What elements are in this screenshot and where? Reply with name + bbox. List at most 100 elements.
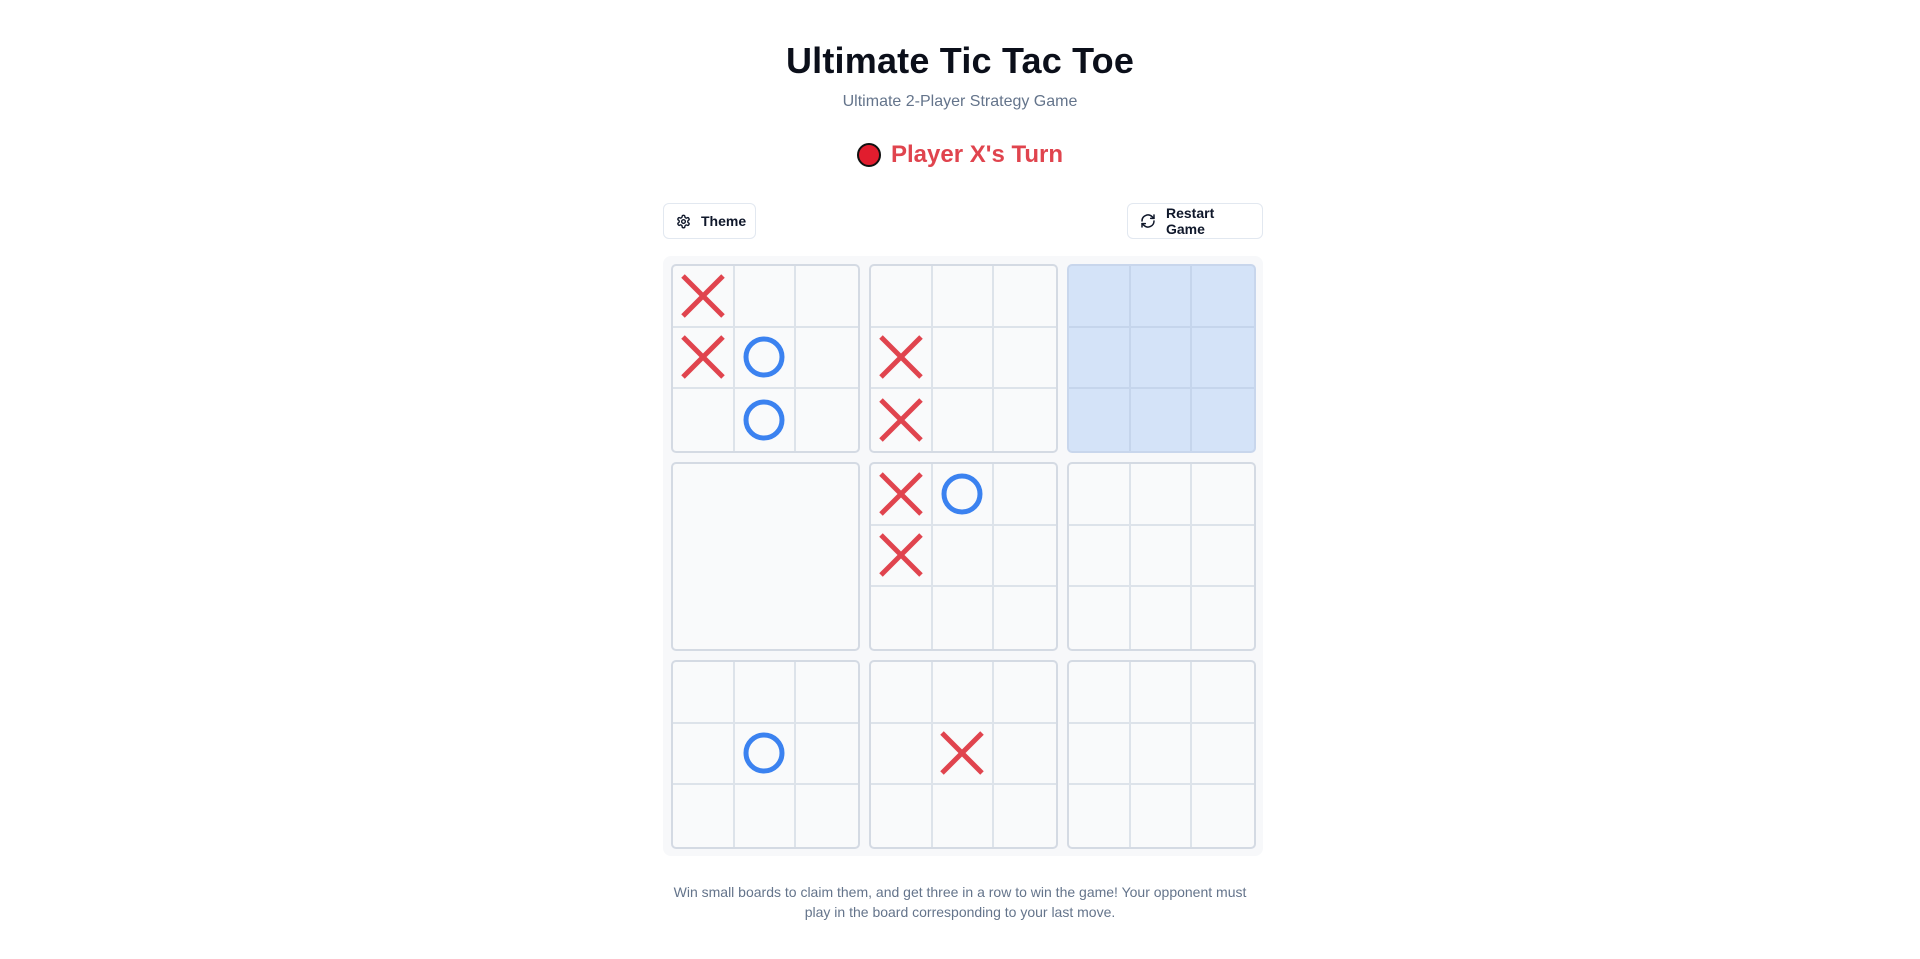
cell-2-7[interactable]	[871, 389, 933, 451]
cell-5-9[interactable]	[994, 587, 1056, 649]
cell-2-6[interactable]	[994, 328, 1056, 390]
cell-8-1[interactable]	[871, 662, 933, 724]
theme-button-label: Theme	[701, 213, 747, 229]
restart-game-button[interactable]: Restart Game	[1127, 203, 1263, 239]
cell-8-2[interactable]	[932, 662, 995, 724]
cell-8-7[interactable]	[871, 785, 933, 847]
cell-7-6[interactable]	[796, 724, 858, 786]
page-subtitle: Ultimate 2-Player Strategy Game	[842, 93, 1078, 110]
cell-9-4[interactable]	[1069, 723, 1131, 786]
cell-1-4[interactable]	[673, 327, 735, 390]
cell-7-8[interactable]	[735, 785, 797, 847]
cell-3-2[interactable]	[1130, 266, 1193, 328]
turn-color-dot	[857, 143, 881, 167]
cell-5-8[interactable]	[933, 587, 995, 649]
cell-3-5[interactable]	[1130, 327, 1193, 390]
cell-5-2[interactable]	[932, 464, 995, 526]
cell-1-6[interactable]	[796, 328, 858, 390]
cell-2-2[interactable]	[932, 266, 995, 328]
cell-7-7[interactable]	[673, 785, 735, 847]
cell-6-7[interactable]	[1069, 587, 1131, 649]
cell-6-2[interactable]	[1130, 464, 1193, 526]
x-mark	[681, 335, 725, 380]
small-board-4	[671, 462, 860, 651]
cell-9-9[interactable]	[1192, 785, 1254, 847]
x-mark	[681, 274, 725, 318]
small-board-7	[671, 660, 860, 849]
small-board-1	[671, 264, 860, 453]
cell-5-3[interactable]	[994, 464, 1056, 526]
x-mark	[879, 533, 923, 578]
x-mark	[879, 335, 923, 380]
cell-9-3[interactable]	[1192, 662, 1254, 724]
cell-5-4[interactable]	[871, 525, 933, 588]
theme-button[interactable]: Theme	[663, 203, 756, 239]
cell-6-4[interactable]	[1069, 525, 1131, 588]
cell-7-4[interactable]	[673, 723, 735, 786]
turn-indicator: Player X's Turn	[0, 141, 1920, 169]
cell-1-3[interactable]	[796, 266, 858, 328]
cell-8-3[interactable]	[994, 662, 1056, 724]
restart-button-label: Restart Game	[1166, 205, 1215, 237]
small-board-8	[869, 660, 1058, 849]
cell-2-1[interactable]	[871, 266, 933, 328]
cell-9-5[interactable]	[1130, 723, 1193, 786]
o-mark	[743, 399, 785, 441]
game-page: Ultimate Tic Tac Toe Ultimate 2-Player S…	[0, 0, 1920, 959]
cell-9-1[interactable]	[1069, 662, 1131, 724]
cell-6-6[interactable]	[1192, 526, 1254, 588]
cell-8-9[interactable]	[994, 785, 1056, 847]
cell-3-8[interactable]	[1131, 389, 1193, 451]
cell-8-4[interactable]	[871, 723, 933, 786]
cell-6-8[interactable]	[1131, 587, 1193, 649]
rules-line-1: Win small boards to claim them, and get …	[673, 884, 1247, 900]
cell-1-2[interactable]	[734, 266, 797, 328]
cell-6-1[interactable]	[1069, 464, 1131, 526]
cell-5-1[interactable]	[871, 464, 933, 526]
cell-7-1[interactable]	[673, 662, 735, 724]
cell-3-3[interactable]	[1192, 266, 1254, 328]
cell-2-9[interactable]	[994, 389, 1056, 451]
cell-9-8[interactable]	[1131, 785, 1193, 847]
cell-2-8[interactable]	[933, 389, 995, 451]
cell-1-8[interactable]	[735, 389, 797, 451]
cell-6-9[interactable]	[1192, 587, 1254, 649]
cell-5-6[interactable]	[994, 526, 1056, 588]
cell-3-7[interactable]	[1069, 389, 1131, 451]
o-mark	[941, 473, 983, 515]
cell-5-7[interactable]	[871, 587, 933, 649]
cell-5-5[interactable]	[932, 525, 995, 588]
cell-2-3[interactable]	[994, 266, 1056, 328]
cell-3-6[interactable]	[1192, 328, 1254, 390]
cell-7-5[interactable]	[734, 723, 797, 786]
cell-1-1[interactable]	[673, 266, 735, 328]
refresh-icon	[1140, 213, 1156, 229]
cell-9-7[interactable]	[1069, 785, 1131, 847]
rules-line-2: play in the board corresponding to your …	[804, 904, 1116, 920]
cell-8-8[interactable]	[933, 785, 995, 847]
small-board-3	[1067, 264, 1256, 453]
cell-8-5[interactable]	[932, 723, 995, 786]
cell-8-6[interactable]	[994, 724, 1056, 786]
cell-2-4[interactable]	[871, 327, 933, 390]
x-mark	[879, 398, 923, 442]
cell-3-4[interactable]	[1069, 327, 1131, 390]
o-mark	[743, 336, 785, 378]
cell-1-7[interactable]	[673, 389, 735, 451]
ultimate-board	[663, 256, 1263, 856]
cell-7-3[interactable]	[796, 662, 858, 724]
small-board-2	[869, 264, 1058, 453]
cell-7-2[interactable]	[734, 662, 797, 724]
cell-7-9[interactable]	[796, 785, 858, 847]
cell-1-9[interactable]	[796, 389, 858, 451]
small-board-9	[1067, 660, 1256, 849]
cell-1-5[interactable]	[734, 327, 797, 390]
cell-3-1[interactable]	[1069, 266, 1131, 328]
cell-3-9[interactable]	[1192, 389, 1254, 451]
x-mark	[879, 472, 923, 516]
cell-9-2[interactable]	[1130, 662, 1193, 724]
cell-9-6[interactable]	[1192, 724, 1254, 786]
cell-2-5[interactable]	[932, 327, 995, 390]
cell-6-3[interactable]	[1192, 464, 1254, 526]
cell-6-5[interactable]	[1130, 525, 1193, 588]
